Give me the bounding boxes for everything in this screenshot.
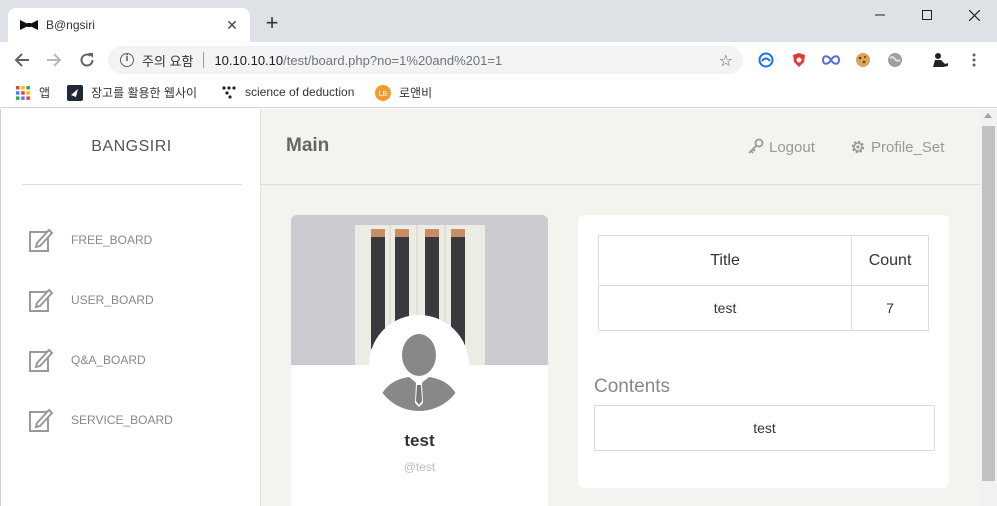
new-tab-button[interactable]: + [262,12,282,34]
apps-grid-icon [16,85,30,100]
profile-card: test @test [291,215,548,506]
vertical-scrollbar[interactable] [980,109,997,506]
address-bar[interactable]: i 주의 요함 10.10.10.10 /test/board.php?no=1… [108,46,743,74]
security-status[interactable]: 주의 요함 [142,51,193,70]
close-tab-icon[interactable]: ✕ [224,17,240,34]
web-page: BANGSIRI FREE_BOARD USER_BOARD Q&A_BOARD [0,109,997,506]
contents-heading: Contents [594,376,671,397]
profile-set-label: Profile_Set [871,138,945,156]
main-header: Main Logout Profile_Set [261,109,980,185]
sidebar-item-label: FREE_BOARD [71,233,153,247]
sidebar-item-user-board[interactable]: USER_BOARD [28,287,154,313]
bookmarks-bar: 앱 장고를 활용한 웹사이 science of deduction LB 로앤… [0,78,997,108]
reload-icon [80,53,94,67]
column-header-count: Count [851,235,929,286]
sidebar-item-service-board[interactable]: SERVICE_BOARD [28,407,173,433]
table-header-row: Title Count [597,235,929,286]
bookmark-label: 로앤비 [399,86,433,100]
brand-logo[interactable]: BANGSIRI [1,138,262,156]
url-host: 10.10.10.10 [214,52,284,68]
board-table: Title Count test 7 [597,235,929,331]
close-icon [968,9,980,21]
main-panel: Main Logout Profile_Set test @test Title… [261,109,980,506]
sidebar-item-qna-board[interactable]: Q&A_BOARD [28,347,146,373]
sidebar-divider [22,184,242,185]
sidebar-item-free-board[interactable]: FREE_BOARD [28,227,152,253]
sidebar-item-label: SERVICE_BOARD [71,413,173,427]
sidebar-item-label: USER_BOARD [71,293,154,307]
bookmark-science-of-deduction[interactable]: science of deduction [221,84,357,100]
bookmark-star-icon[interactable]: ☆ [719,51,733,71]
minimize-button[interactable] [857,0,903,30]
reload-button[interactable] [77,50,97,70]
cell-count: 7 [851,285,929,331]
url-path: /test/board.php?no=1%20and%201=1 [283,52,503,68]
maximize-icon [922,10,932,20]
browser-toolbar: i 주의 요함 10.10.10.10 /test/board.php?no=1… [0,42,997,78]
close-window-button[interactable] [951,0,997,30]
lawnb-bookmark-icon: LB [375,84,391,101]
minimize-icon [875,14,885,16]
cookie-extension-icon[interactable] [854,51,872,69]
bookmark-lawnb[interactable]: LB 로앤비 [375,84,432,101]
browser-titlebar: B@ngsiri ✕ + [0,0,997,42]
sidebar-item-label: Q&A_BOARD [71,353,146,367]
menu-kebab-icon[interactable] [965,51,983,69]
django-bookmark-icon [67,84,83,101]
profile-name: test [404,431,435,450]
bookmark-label: 장고를 활용한 웹사이 [91,86,198,100]
forward-button[interactable] [44,50,64,70]
svg-text:LB: LB [379,90,388,98]
sidebar: BANGSIRI FREE_BOARD USER_BOARD Q&A_BOARD [0,109,261,506]
edit-icon [29,408,54,432]
edit-icon [29,288,54,312]
bookmark-apps[interactable]: 앱 [15,84,50,101]
info-icon[interactable]: i [120,53,134,67]
back-button[interactable] [12,50,32,70]
maximize-button[interactable] [904,0,950,30]
forward-arrow-icon [47,53,62,67]
logout-link[interactable]: Logout [747,138,815,156]
scrollbar-thumb[interactable] [982,126,995,481]
infinity-extension-icon[interactable] [822,51,840,69]
profile-avatar-icon[interactable] [931,51,949,69]
globe-extension-icon[interactable] [886,51,904,69]
edge-sync-extension-icon[interactable] [757,51,775,69]
scroll-up-arrow-icon[interactable] [984,113,992,118]
bookmark-label: science of deduction [245,85,355,99]
bookmark-django[interactable]: 장고를 활용한 웹사이 [67,84,203,101]
browser-tab[interactable]: B@ngsiri ✕ [8,8,250,42]
page-title: Main [286,135,330,156]
table-row[interactable]: test 7 [597,285,929,331]
avatar[interactable] [369,315,469,415]
back-arrow-icon [14,53,29,67]
profile-set-link[interactable]: Profile_Set [849,138,944,156]
profile-handle: @test [403,460,436,474]
contents-box: test [594,405,935,451]
gear-icon [851,140,865,154]
column-header-title: Title [597,235,853,286]
user-silhouette-icon [373,319,465,411]
edit-icon [29,228,54,252]
bookmark-label: 앱 [39,86,51,100]
shield-extension-icon[interactable] [790,51,808,69]
key-icon [748,138,764,154]
bowtie-favicon-icon [20,19,38,31]
board-card: Title Count test 7 Contents test [578,215,949,488]
omnibox-divider [203,52,205,68]
dots-bookmark-icon [222,86,236,99]
cell-title[interactable]: test [597,285,853,331]
logout-label: Logout [769,138,815,156]
tab-title: B@ngsiri [46,18,95,32]
edit-icon [29,348,54,372]
